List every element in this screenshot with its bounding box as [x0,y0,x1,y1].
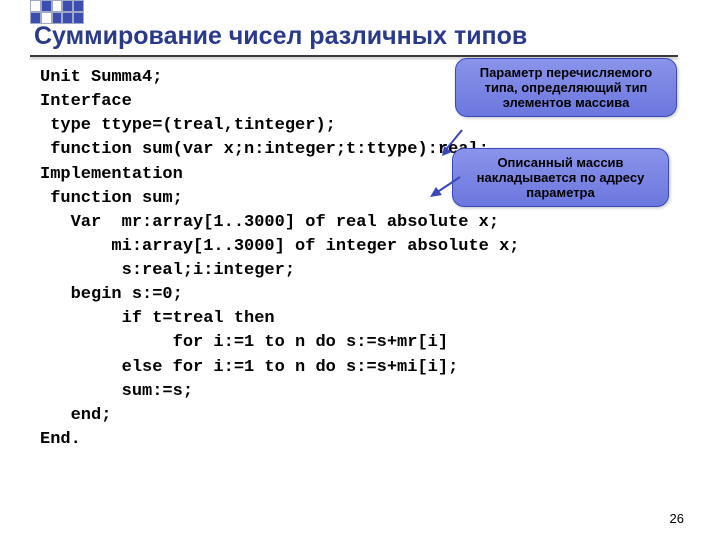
callout-pointer-icon [430,175,464,199]
code-line: if t=treal then [40,307,680,331]
code-line: begin s:=0; [40,283,680,307]
code-block: Unit Summa4; Interface type ttype=(treal… [40,66,680,452]
code-line: for i:=1 to n do s:=s+mr[i] [40,331,680,355]
code-line: Var mr:array[1..3000] of real absolute x… [40,211,680,235]
code-line: type ttype=(treal,tinteger); [40,114,680,138]
decorative-accent-grid [30,0,84,24]
callout-param-type: Параметр перечисляемого типа, определяющ… [455,58,677,117]
code-line: End. [40,428,680,452]
code-line: end; [40,404,680,428]
code-line: mi:array[1..3000] of integer absolute x; [40,235,680,259]
code-line: else for i:=1 to n do s:=s+mi[i]; [40,356,680,380]
callout-array-overlay: Описанный массив накладывается по адресу… [452,148,669,207]
page-number: 26 [670,511,684,526]
code-line: sum:=s; [40,380,680,404]
code-line: s:real;i:integer; [40,259,680,283]
slide-title: Суммирование чисел различных типов [34,22,527,51]
title-underline [30,55,678,57]
